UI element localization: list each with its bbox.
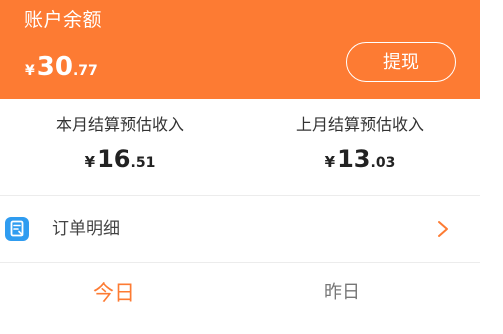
current-month-amount-integer: 16 bbox=[97, 145, 131, 173]
current-month-currency-symbol: ¥ bbox=[84, 153, 96, 171]
tab-today[interactable]: 今日 bbox=[0, 276, 234, 310]
order-detail-label: 订单明细 bbox=[52, 219, 120, 239]
balance-amount-integer: 30 bbox=[36, 52, 73, 82]
current-month-estimate: 本月结算预估收入 ¥16.51 bbox=[0, 112, 240, 173]
last-month-amount-integer: 13 bbox=[337, 145, 371, 173]
balance-header: 账户余额 ¥30.77 提现 bbox=[0, 0, 480, 99]
last-month-estimate: 上月结算预估收入 ¥13.03 bbox=[240, 112, 480, 173]
balance-amount-decimal: .77 bbox=[72, 63, 98, 79]
document-icon bbox=[4, 216, 30, 242]
last-month-amount-decimal: .03 bbox=[370, 155, 396, 171]
chevron-right-icon bbox=[436, 219, 450, 239]
withdraw-button[interactable]: 提现 bbox=[346, 42, 456, 82]
earnings-screen: 账户余额 ¥30.77 提现 本月结算预估收入 ¥16.51 上月结算预估收入 … bbox=[0, 0, 503, 334]
last-month-estimate-amount: ¥13.03 bbox=[240, 145, 480, 173]
current-month-estimate-amount: ¥16.51 bbox=[0, 145, 240, 173]
last-month-estimate-label: 上月结算预估收入 bbox=[295, 115, 424, 134]
current-month-amount-decimal: .51 bbox=[130, 155, 156, 171]
tab-yesterday[interactable]: 昨日 bbox=[222, 276, 462, 310]
balance-currency-symbol: ¥ bbox=[25, 63, 35, 79]
balance-amount: ¥30.77 bbox=[25, 51, 98, 83]
section-divider bbox=[0, 262, 480, 263]
current-month-estimate-label: 本月结算预估收入 bbox=[55, 115, 184, 134]
last-month-currency-symbol: ¥ bbox=[324, 153, 336, 171]
balance-title: 账户余额 bbox=[24, 9, 103, 31]
order-detail-row[interactable]: 订单明细 bbox=[0, 196, 480, 262]
